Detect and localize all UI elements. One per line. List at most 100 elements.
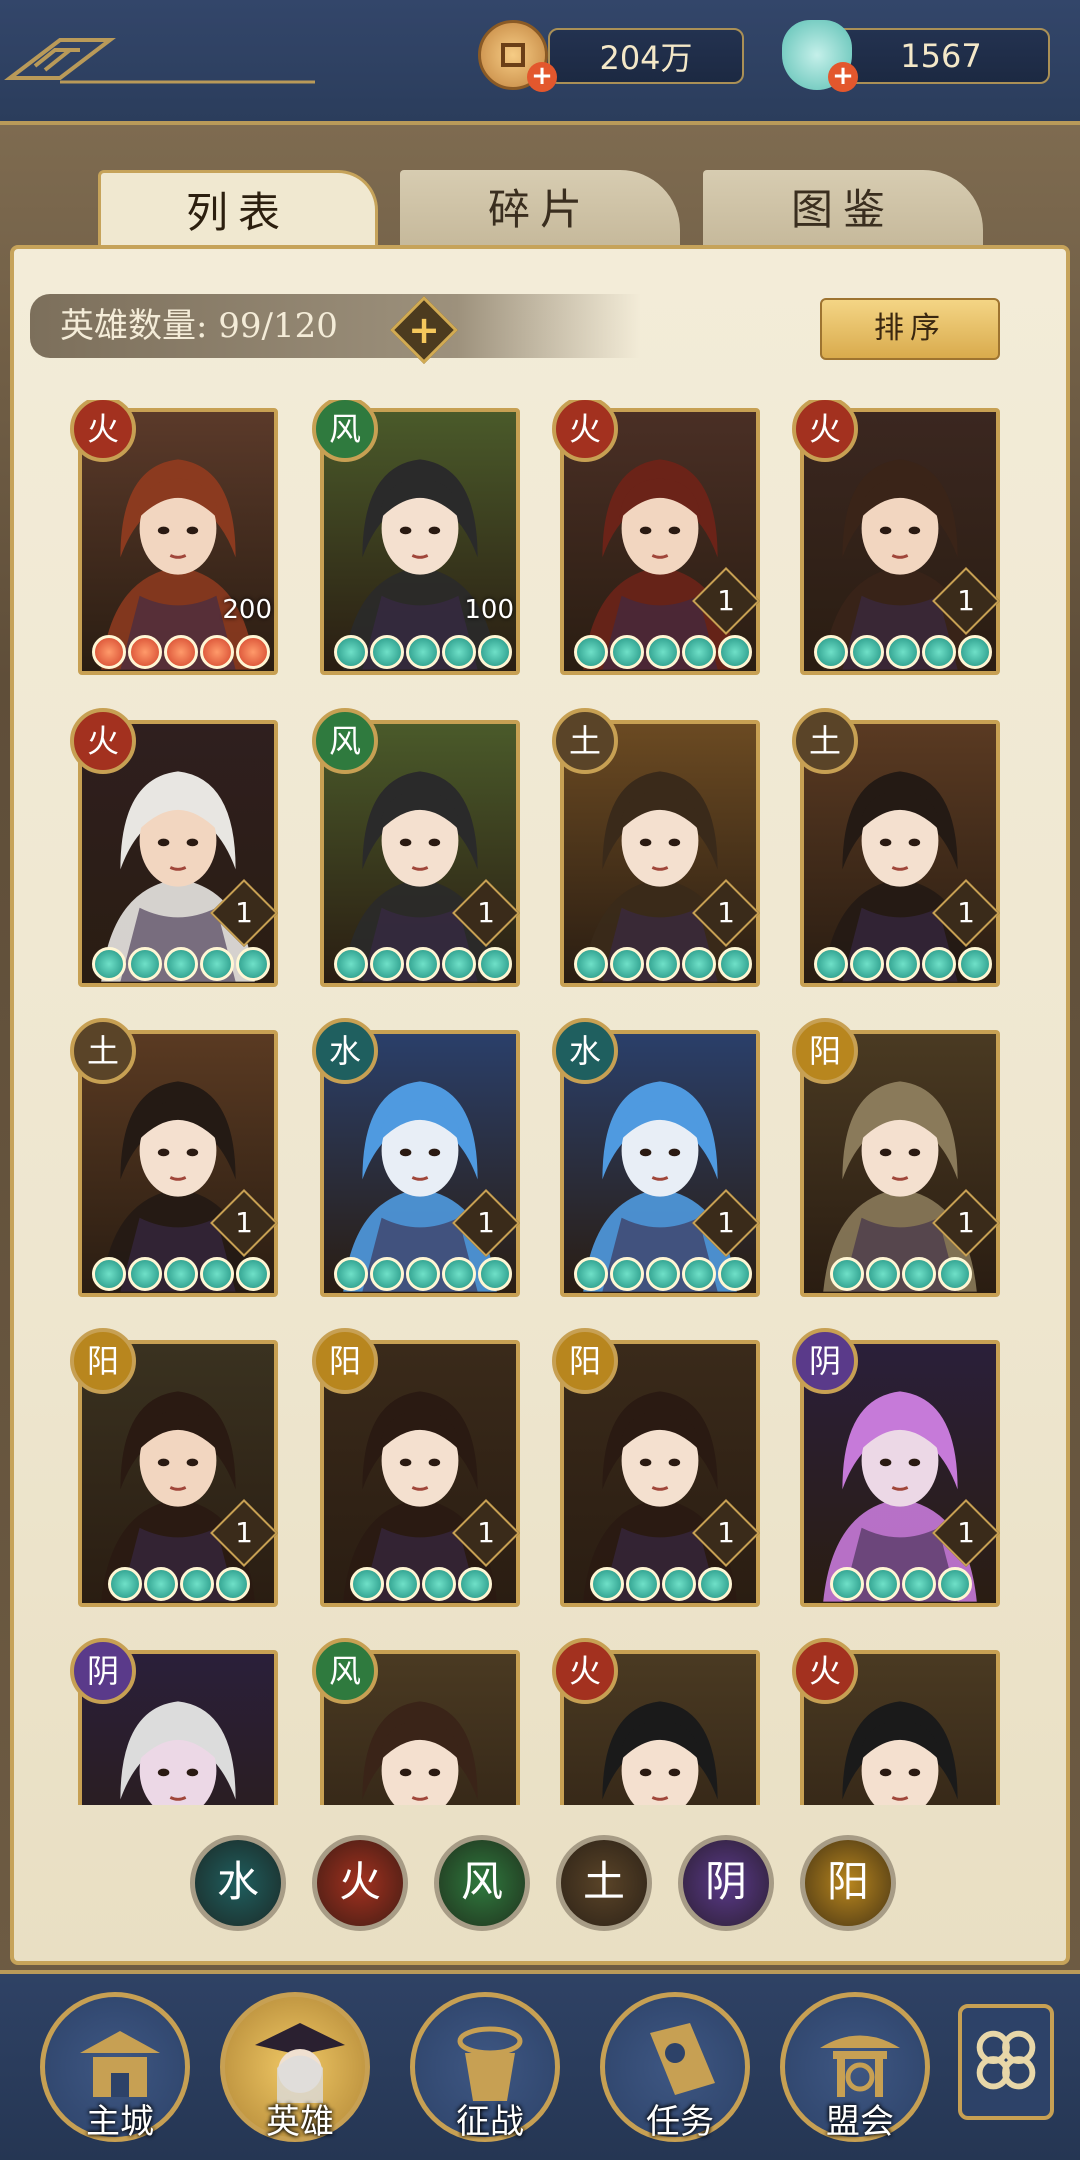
element-filter-button[interactable]: 火: [312, 1835, 408, 1931]
hero-count-bar: 英雄数量: 99/120: [30, 294, 640, 358]
hero-card[interactable]: 阳1: [70, 1328, 278, 1607]
star-icon: [442, 635, 476, 669]
star-icon: [164, 635, 198, 669]
tab-codex[interactable]: 图鉴: [703, 170, 983, 250]
hero-card[interactable]: 阳1: [792, 1018, 1000, 1297]
hero-card[interactable]: 风1: [312, 708, 520, 987]
star-icon: [478, 1257, 512, 1291]
hero-card[interactable]: 风 100: [312, 400, 520, 675]
tab-list[interactable]: 列表: [98, 170, 378, 250]
star-icon: [646, 947, 680, 981]
star-icon: [958, 635, 992, 669]
element-filter-button[interactable]: 阳: [800, 1835, 896, 1931]
hero-card[interactable]: 火1: [70, 708, 278, 987]
palace-icon: [80, 2031, 160, 2097]
menu-logo-icon[interactable]: [0, 38, 320, 88]
star-icon: [866, 1567, 900, 1601]
tab-fragments[interactable]: 碎片: [400, 170, 680, 250]
star-icon: [850, 635, 884, 669]
hero-level: 1: [477, 1206, 495, 1239]
hero-card[interactable]: 阴: [70, 1638, 278, 1805]
star-icon: [610, 1257, 644, 1291]
star-icon: [164, 1257, 198, 1291]
star-icon: [682, 947, 716, 981]
star-icon: [442, 947, 476, 981]
hero-card[interactable]: 火: [552, 1638, 760, 1805]
star-rating: [350, 1567, 492, 1601]
nav-guild[interactable]: 盟会: [780, 1992, 930, 2142]
star-icon: [814, 947, 848, 981]
element-badge: 火: [552, 1638, 618, 1704]
hero-card[interactable]: 水1: [552, 1018, 760, 1297]
plus-icon: +: [408, 308, 440, 352]
star-rating: [334, 635, 512, 669]
hero-level: 100: [464, 595, 514, 625]
nav-campaign[interactable]: 征战: [410, 1992, 560, 2142]
hero-card[interactable]: 火1: [792, 400, 1000, 675]
hero-card[interactable]: 土1: [552, 708, 760, 987]
nav-tasks[interactable]: 任务: [600, 1992, 750, 2142]
element-filter-button[interactable]: 水: [190, 1835, 286, 1931]
star-icon: [164, 947, 198, 981]
hero-card[interactable]: 水1: [312, 1018, 520, 1297]
star-icon: [938, 1257, 972, 1291]
hero-card[interactable]: 土1: [792, 708, 1000, 987]
element-badge: 风: [312, 708, 378, 774]
hero-card[interactable]: 火1: [552, 400, 760, 675]
add-coin-button[interactable]: +: [527, 62, 557, 92]
hero-grid: 火 200 风 100 火 1 火 1 火 1 风 1 土 1 土 1 土 1 水 1 水 1 阳 1 阳 1 阳 1 阳 1 阴 1 阴风火火: [0, 400, 1080, 1805]
hero-level: 1: [235, 1516, 253, 1549]
star-icon: [406, 635, 440, 669]
star-icon: [682, 1257, 716, 1291]
star-icon: [236, 1257, 270, 1291]
element-badge: 阳: [70, 1328, 136, 1394]
star-rating: [830, 1257, 972, 1291]
element-badge: 水: [552, 1018, 618, 1084]
star-icon: [478, 947, 512, 981]
more-menu-button[interactable]: [958, 2004, 1054, 2120]
nav-main-city[interactable]: 主城: [40, 1992, 190, 2142]
star-rating: [334, 947, 512, 981]
hero-card[interactable]: 土1: [70, 1018, 278, 1297]
star-icon: [478, 635, 512, 669]
hero-level: 1: [957, 584, 975, 617]
star-icon: [406, 947, 440, 981]
hero-card[interactable]: 阴1: [792, 1328, 1000, 1607]
hero-card[interactable]: 火: [792, 1638, 1000, 1805]
element-filter-button[interactable]: 阴: [678, 1835, 774, 1931]
add-jade-button[interactable]: +: [828, 62, 858, 92]
star-icon: [370, 947, 404, 981]
hero-card[interactable]: 火 200: [70, 400, 278, 675]
star-icon: [922, 947, 956, 981]
hero-level: 1: [717, 1206, 735, 1239]
star-icon: [574, 1257, 608, 1291]
hero-level: 1: [957, 896, 975, 929]
star-icon: [718, 947, 752, 981]
star-rating: [92, 947, 270, 981]
star-icon: [92, 635, 126, 669]
element-badge: 土: [70, 1018, 136, 1084]
element-filter-button[interactable]: 土: [556, 1835, 652, 1931]
sort-button[interactable]: 排序: [820, 298, 1000, 360]
hero-count-label: 英雄数量: 99/120: [60, 306, 338, 346]
element-filter-button[interactable]: 风: [434, 1835, 530, 1931]
hero-card[interactable]: 阳1: [552, 1328, 760, 1607]
nav-heroes[interactable]: 英雄: [220, 1992, 370, 2142]
tab-bar: 列表 碎片 图鉴: [0, 170, 1080, 250]
top-bar: 204万 + 1567 +: [0, 0, 1080, 125]
star-icon: [128, 1257, 162, 1291]
star-icon: [236, 947, 270, 981]
star-icon: [216, 1567, 250, 1601]
hero-level: 1: [957, 1516, 975, 1549]
hero-level: 1: [717, 584, 735, 617]
star-icon: [370, 635, 404, 669]
star-icon: [128, 635, 162, 669]
star-icon: [180, 1567, 214, 1601]
star-rating: [574, 635, 752, 669]
star-icon: [406, 1257, 440, 1291]
star-icon: [958, 947, 992, 981]
star-rating: [334, 1257, 512, 1291]
hero-card[interactable]: 风: [312, 1638, 520, 1805]
star-icon: [850, 947, 884, 981]
hero-card[interactable]: 阳1: [312, 1328, 520, 1607]
